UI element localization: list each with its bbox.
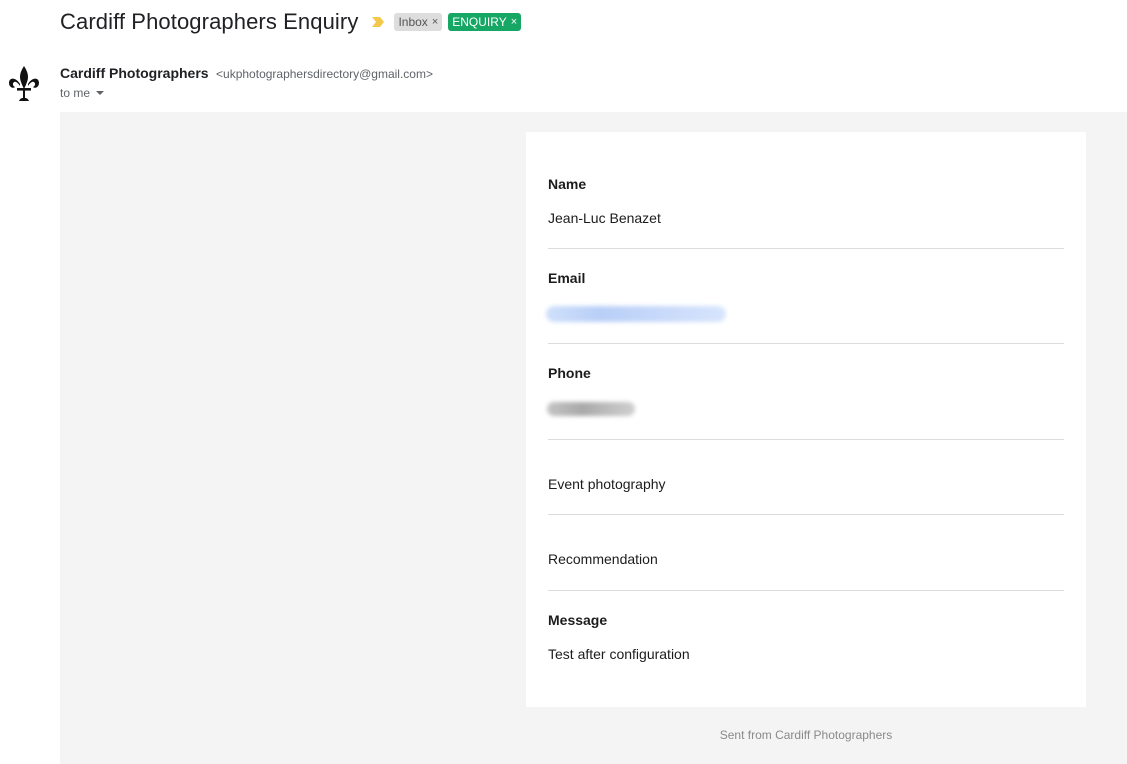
divider xyxy=(548,439,1064,440)
name-field-label: Name xyxy=(548,176,587,192)
divider xyxy=(548,514,1064,515)
phone-field-label: Phone xyxy=(548,365,591,381)
sender-address: <ukphotographersdirectory@gmail.com> xyxy=(216,67,433,81)
remove-label-icon[interactable]: × xyxy=(432,13,438,31)
message-field-label: Message xyxy=(548,612,608,628)
enquiry-card: Name Jean-Luc Benazet Email Phone Event … xyxy=(526,132,1086,707)
chevron-down-icon[interactable] xyxy=(96,91,105,95)
sender-name[interactable]: Cardiff Photographers xyxy=(60,65,209,81)
recipient-label: to me xyxy=(60,86,91,100)
email-footer: Sent from Cardiff Photographers xyxy=(719,728,893,742)
referral-source-value: Recommendation xyxy=(548,551,658,567)
recipient-row[interactable]: to me xyxy=(60,86,105,100)
label-chip-inbox: Inbox × xyxy=(394,13,443,31)
label-chip-text: Inbox xyxy=(398,15,428,29)
divider xyxy=(548,248,1064,249)
importance-marker-icon[interactable] xyxy=(372,17,385,27)
label-chip-enquiry: ENQUIRY × xyxy=(448,13,522,31)
label-chip-text: ENQUIRY xyxy=(452,15,507,29)
service-value: Event photography xyxy=(548,476,666,492)
email-body: Name Jean-Luc Benazet Email Phone Event … xyxy=(60,112,1127,764)
email-view: Cardiff Photographers Enquiry Inbox × EN… xyxy=(0,0,1127,764)
name-field-value: Jean-Luc Benazet xyxy=(548,210,661,226)
remove-label-icon[interactable]: × xyxy=(511,13,517,31)
email-field-value-redacted[interactable] xyxy=(546,306,726,322)
sender-row: Cardiff Photographers <ukphotographersdi… xyxy=(60,65,433,83)
divider xyxy=(548,343,1064,344)
message-field-value: Test after configuration xyxy=(548,646,690,662)
phone-field-value-redacted xyxy=(547,402,635,416)
email-subject: Cardiff Photographers Enquiry xyxy=(60,9,359,34)
email-field-label: Email xyxy=(548,270,586,286)
subject-row: Cardiff Photographers Enquiry Inbox × EN… xyxy=(60,8,522,36)
fleur-de-lis-icon[interactable] xyxy=(6,64,42,104)
divider xyxy=(548,590,1064,591)
